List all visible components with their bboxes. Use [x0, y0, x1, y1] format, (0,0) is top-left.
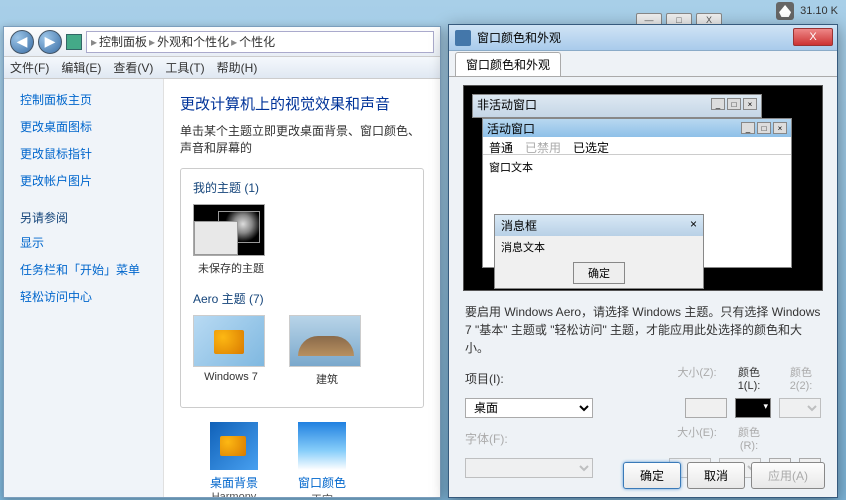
item-label: 项目(I):: [465, 370, 519, 387]
link-label: 桌面背景: [210, 474, 258, 491]
window-text: 窗口文本: [483, 155, 791, 179]
max-icon: □: [727, 98, 741, 110]
breadcrumb-item[interactable]: 个性化: [239, 33, 275, 50]
menu-selected: 已选定: [573, 139, 609, 152]
background-thumb: [210, 422, 258, 470]
msgbox-text: 消息文本: [495, 236, 703, 258]
cancel-button[interactable]: 取消: [687, 462, 745, 489]
tab-color[interactable]: 窗口颜色和外观: [455, 52, 561, 76]
window-color-dialog: 窗口颜色和外观 X 窗口颜色和外观 非活动窗口 _□× 活动窗口 _□× 普通 …: [448, 24, 838, 498]
breadcrumb[interactable]: ▸ 控制面板 ▸ 外观和个性化 ▸ 个性化: [86, 31, 434, 53]
chevron-icon: ▸: [149, 35, 155, 49]
sidebar-link-taskbar[interactable]: 任务栏和「开始」菜单: [20, 261, 147, 278]
msgbox-title: 消息框: [501, 217, 537, 234]
menu-view[interactable]: 查看(V): [113, 59, 153, 76]
link-sublabel: 天空: [298, 491, 346, 497]
page-subtitle: 单击某个主题立即更改桌面背景、窗口颜色、声音和屏幕的: [180, 122, 424, 156]
msgbox-ok: 确定: [573, 262, 625, 284]
menu-normal: 普通: [489, 139, 513, 152]
control-panel-icon: [66, 34, 82, 50]
active-title: 活动窗口: [487, 120, 535, 137]
theme-item-unsaved[interactable]: 未保存的主题: [193, 204, 269, 276]
dialog-icon: [455, 30, 471, 46]
theme-item-win7[interactable]: Windows 7: [193, 315, 269, 387]
title-bar[interactable]: 窗口颜色和外观 X: [449, 25, 837, 51]
close-icon: ×: [773, 122, 787, 134]
fcolor-header: 颜色(R):: [729, 424, 769, 452]
breadcrumb-item[interactable]: 外观和个性化: [157, 33, 229, 50]
sidebar-link-home[interactable]: 控制面板主页: [20, 91, 147, 108]
forward-button[interactable]: ▶: [38, 30, 62, 54]
item-combo[interactable]: 桌面: [465, 398, 593, 418]
window-color-link[interactable]: 窗口颜色 天空: [298, 422, 346, 497]
theme-thumbnail: [289, 315, 361, 367]
menu-bar: 文件(F) 编辑(E) 查看(V) 工具(T) 帮助(H): [4, 57, 440, 79]
size-spinner: [685, 398, 727, 418]
menu-help[interactable]: 帮助(H): [217, 59, 258, 76]
min-icon: _: [741, 122, 755, 134]
sidebar-link-icons[interactable]: 更改桌面图标: [20, 118, 147, 135]
menu-tools[interactable]: 工具(T): [165, 59, 204, 76]
color1-picker[interactable]: [735, 398, 771, 418]
preview-area[interactable]: 非活动窗口 _□× 活动窗口 _□× 普通 已禁用 已选定 窗口文本 消息框× …: [463, 85, 823, 291]
chevron-icon: ▸: [91, 35, 97, 49]
sidebar-link-ease[interactable]: 轻松访问中心: [20, 288, 147, 305]
color1-header: 颜色 1(L):: [729, 364, 769, 392]
theme-label: 未保存的主题: [193, 260, 269, 276]
breadcrumb-item[interactable]: 控制面板: [99, 33, 147, 50]
close-icon: ×: [743, 98, 757, 110]
info-text: 要启用 Windows Aero，请选择 Windows 主题。只有选择 Win…: [449, 299, 837, 361]
theme-thumbnail: [193, 204, 265, 256]
fsize-header: 大小(E):: [677, 424, 717, 452]
min-icon: _: [711, 98, 725, 110]
sidebar-link-display[interactable]: 显示: [20, 234, 147, 251]
dialog-title: 窗口颜色和外观: [477, 29, 561, 46]
sidebar-link-mouse[interactable]: 更改鼠标指针: [20, 145, 147, 162]
menu-file[interactable]: 文件(F): [10, 59, 49, 76]
theme-thumbnail: [193, 315, 265, 367]
font-label: 字体(F):: [465, 430, 519, 447]
back-button[interactable]: ◀: [10, 30, 34, 54]
font-combo: [465, 458, 593, 478]
sidebar: 控制面板主页 更改桌面图标 更改鼠标指针 更改帐户图片 另请参阅 显示 任务栏和…: [4, 79, 164, 497]
color2-header: 颜色 2(2):: [781, 364, 821, 392]
theme-list: 我的主题 (1) 未保存的主题 Aero 主题 (7) Windows 7: [180, 168, 424, 408]
theme-item-arch[interactable]: 建筑: [289, 315, 365, 387]
chevron-icon: ▸: [231, 35, 237, 49]
sidebar-link-account[interactable]: 更改帐户图片: [20, 172, 147, 189]
inactive-title: 非活动窗口: [477, 96, 537, 113]
preview-message-box: 消息框 × 消息文本 确定: [494, 214, 704, 289]
page-heading: 更改计算机上的视觉效果和声音: [180, 93, 424, 114]
see-also-heading: 另请参阅: [20, 209, 147, 226]
ok-button[interactable]: 确定: [623, 462, 681, 489]
main-content: 更改计算机上的视觉效果和声音 单击某个主题立即更改桌面背景、窗口颜色、声音和屏幕…: [164, 79, 440, 497]
stat-text: 31.10 K: [796, 3, 842, 19]
tab-bar: 窗口颜色和外观: [449, 51, 837, 77]
menu-edit[interactable]: 编辑(E): [61, 59, 101, 76]
control-panel-window: ◀ ▶ ▸ 控制面板 ▸ 外观和个性化 ▸ 个性化 文件(F) 编辑(E) 查看…: [3, 26, 441, 498]
link-label: 窗口颜色: [298, 474, 346, 491]
theme-label: 建筑: [289, 371, 365, 387]
address-bar: ◀ ▶ ▸ 控制面板 ▸ 外观和个性化 ▸ 个性化: [4, 27, 440, 57]
max-icon: □: [757, 122, 771, 134]
size-header: 大小(Z):: [677, 364, 717, 392]
apply-button[interactable]: 应用(A): [751, 462, 825, 489]
color2-picker: [779, 398, 821, 418]
close-icon: ×: [690, 217, 697, 234]
color-thumb: [298, 422, 346, 470]
preview-inactive-window: 非活动窗口 _□×: [472, 94, 762, 118]
menu-disabled: 已禁用: [525, 139, 561, 152]
theme-label: Windows 7: [193, 371, 269, 383]
aero-themes-heading: Aero 主题 (7): [193, 290, 411, 307]
my-themes-heading: 我的主题 (1): [193, 179, 411, 196]
notification-icon[interactable]: [776, 2, 794, 20]
desktop-background-link[interactable]: 桌面背景 Harmony: [210, 422, 258, 497]
close-button[interactable]: X: [793, 28, 833, 46]
link-sublabel: Harmony: [210, 491, 258, 497]
